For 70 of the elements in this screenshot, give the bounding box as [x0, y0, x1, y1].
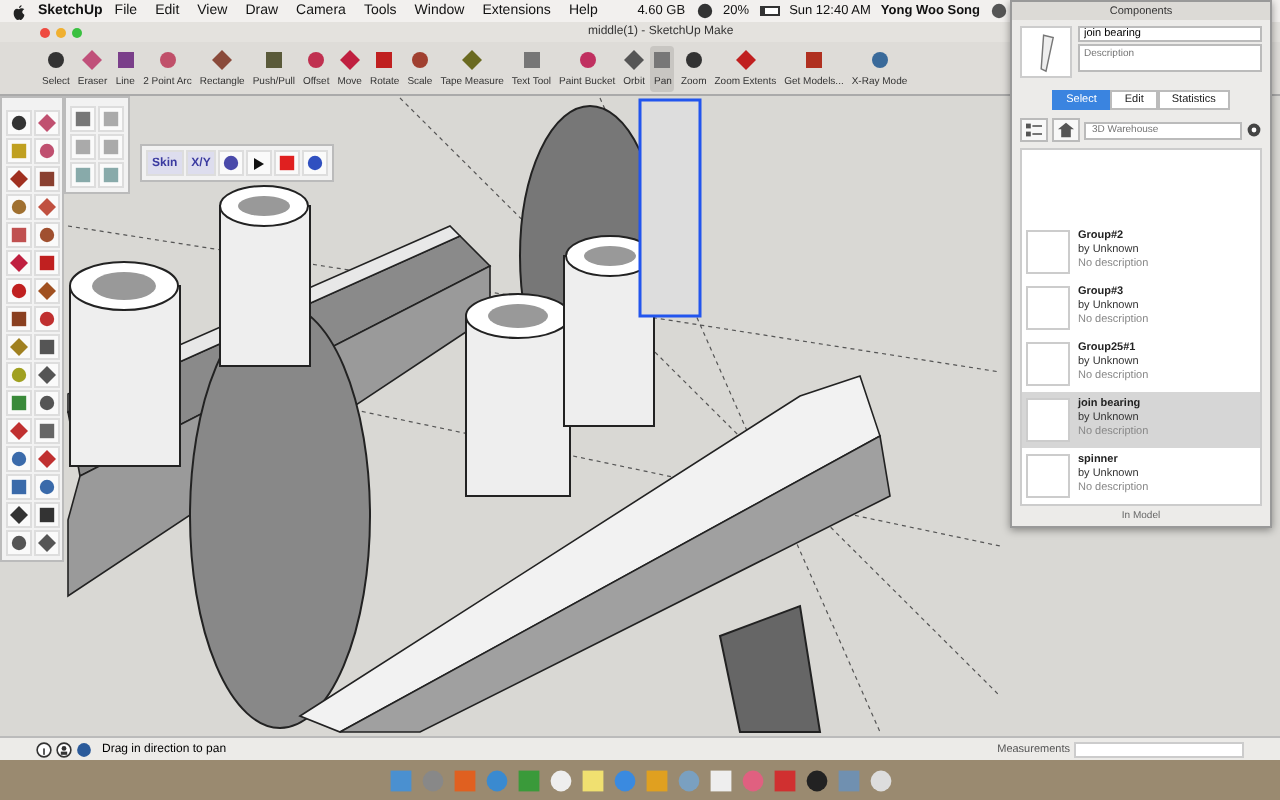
tool-button[interactable] — [34, 306, 60, 332]
tool-icon — [869, 49, 890, 69]
tool-button[interactable] — [218, 150, 245, 176]
tool-button[interactable] — [6, 530, 32, 556]
component-thumbnail — [1020, 26, 1072, 78]
tool-icon — [409, 49, 430, 69]
measurements-field[interactable] — [1074, 741, 1244, 757]
component-thumbnail — [1026, 342, 1070, 386]
component-thumbnail — [1026, 454, 1070, 498]
app-icon[interactable] — [803, 767, 829, 793]
play-button[interactable] — [246, 150, 273, 176]
tool-icon — [339, 49, 360, 69]
tool-button[interactable] — [34, 530, 60, 556]
component-thumbnail — [1026, 230, 1070, 274]
tool-button[interactable] — [6, 110, 32, 136]
house-icon — [1058, 122, 1074, 138]
view-options-button[interactable] — [1020, 118, 1048, 142]
tool-icon — [157, 49, 178, 69]
tool-button[interactable] — [34, 362, 60, 388]
tool-icon — [652, 49, 673, 69]
battery-icon[interactable] — [759, 6, 780, 16]
tool-button[interactable] — [6, 250, 32, 276]
gear-icon[interactable] — [1246, 122, 1262, 138]
tool-icon — [735, 49, 756, 69]
close-button[interactable] — [40, 27, 50, 37]
tool-button[interactable] — [34, 222, 60, 248]
tool-button[interactable] — [6, 418, 32, 444]
tool-button[interactable] — [34, 474, 60, 500]
tool-icon — [462, 49, 483, 69]
tool-icon — [45, 49, 66, 69]
stop-icon — [278, 154, 297, 172]
tool-button[interactable] — [34, 502, 60, 528]
tool-button[interactable] — [34, 278, 60, 304]
stop-button[interactable] — [274, 150, 301, 176]
tool-button[interactable] — [34, 390, 60, 416]
home-button[interactable] — [1052, 118, 1080, 142]
tool-button[interactable] — [6, 502, 32, 528]
app-icon[interactable] — [547, 767, 573, 793]
info-icon[interactable] — [36, 741, 52, 757]
list-icon — [1026, 122, 1042, 138]
component-thumbnail — [1026, 398, 1070, 442]
tool-button[interactable] — [6, 278, 32, 304]
apple-icon[interactable] — [12, 3, 26, 19]
tool-button[interactable] — [34, 418, 60, 444]
tool-icon — [577, 49, 598, 69]
tool-button[interactable] — [302, 150, 329, 176]
component-thumbnail — [1026, 286, 1070, 330]
tool-icon — [82, 49, 103, 69]
tool-button[interactable] — [6, 166, 32, 192]
app-icon[interactable] — [707, 767, 733, 793]
tool-icon — [263, 49, 284, 69]
tool-icon — [803, 49, 824, 69]
tool-icon — [521, 49, 542, 69]
tool-button[interactable] — [34, 446, 60, 472]
tool-icon — [374, 49, 395, 69]
tool-button[interactable] — [34, 166, 60, 192]
tool-button[interactable] — [6, 306, 32, 332]
tool-button[interactable] — [34, 334, 60, 360]
tool-button[interactable] — [34, 250, 60, 276]
tool-button[interactable] — [6, 474, 32, 500]
tool-icon — [624, 49, 645, 69]
tool-icon — [683, 49, 704, 69]
tool-icon — [115, 49, 136, 69]
play-icon — [254, 157, 265, 169]
tool-button[interactable] — [6, 446, 32, 472]
tool-icon — [222, 154, 241, 172]
tool-icon — [306, 154, 325, 172]
tool-icon — [212, 49, 233, 69]
person-icon[interactable] — [56, 741, 72, 757]
tool-icon — [306, 49, 327, 69]
